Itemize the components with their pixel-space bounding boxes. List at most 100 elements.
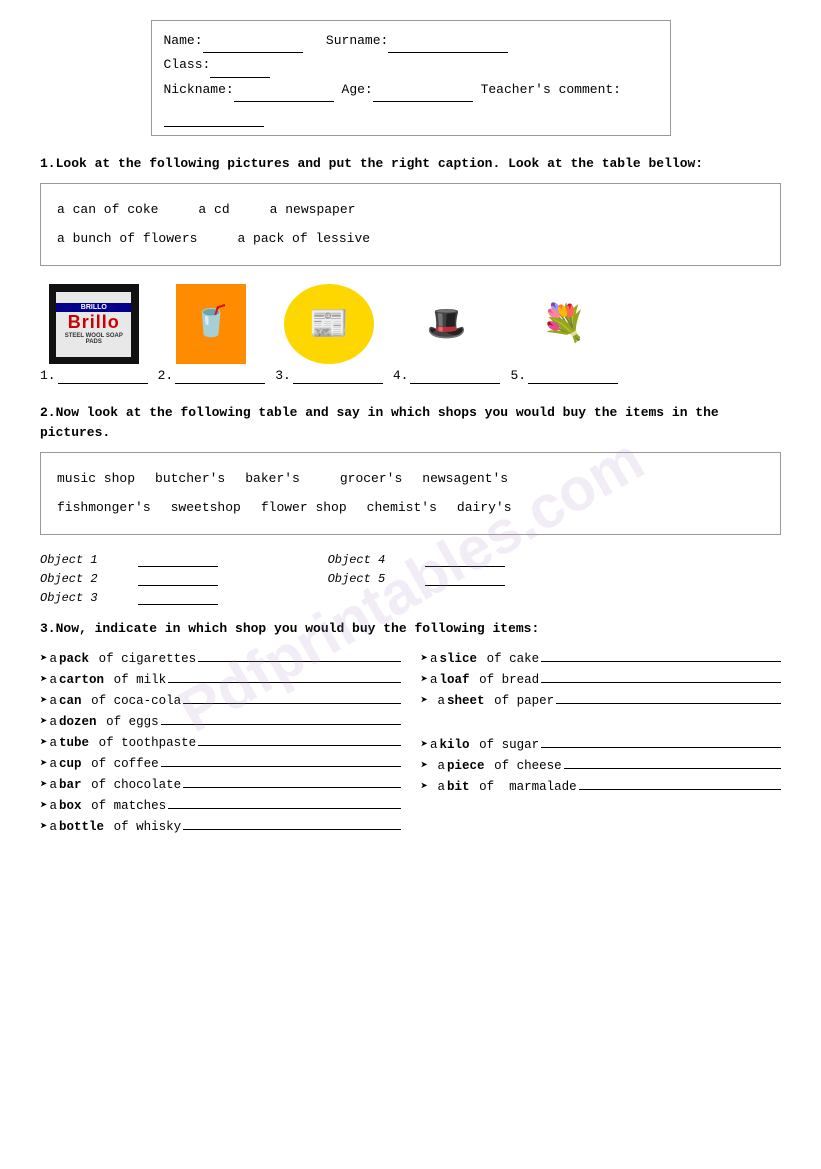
vocab-item-5: a pack of lessive: [237, 225, 370, 254]
img-num-3: 3.: [275, 368, 291, 383]
header-box: Name: Surname: Class: Nickname: Age: Tea…: [151, 20, 671, 136]
arrow-icon-r6: ➤: [421, 757, 429, 773]
image-label-4: 4.: [393, 368, 501, 384]
shops-row2: fishmonger's sweetshop flower shop chemi…: [57, 494, 764, 523]
section3: 3.Now, indicate in which shop you would …: [40, 621, 781, 837]
answer-carton-milk[interactable]: [168, 669, 400, 683]
answer-bottle-whisky[interactable]: [183, 816, 400, 830]
shop-fishmonger: fishmonger's: [57, 494, 151, 523]
answer-loaf-bread[interactable]: [541, 669, 781, 683]
shop-dairy: dairy's: [457, 494, 512, 523]
image-item-2: 🥤 2.: [158, 284, 266, 387]
bold-tube: tube: [59, 736, 89, 750]
header-line3: Nickname: Age: Teacher's comment:: [164, 78, 658, 102]
obj4-answer[interactable]: [425, 553, 505, 567]
hat-image: 🎩: [402, 284, 492, 364]
item-bottle-whisky: ➤a bottle of whisky: [40, 816, 401, 834]
arrow-icon-r5: ➤: [421, 736, 429, 752]
header-line1: Name: Surname:: [164, 29, 658, 53]
arrow-icon-9: ➤: [40, 818, 48, 834]
flowers-icon: 💐: [542, 302, 587, 346]
shops-box: music shop butcher's baker's grocer's ne…: [40, 452, 781, 535]
shop-sweetshop: sweetshop: [171, 494, 241, 523]
image-label-3: 3.: [275, 368, 383, 384]
bold-pack: pack: [59, 652, 89, 666]
section1: 1.Look at the following pictures and put…: [40, 154, 781, 388]
arrow-icon-6: ➤: [40, 755, 48, 771]
right-column: ➤a slice of cake ➤a loaf of bread ➤ a sh…: [421, 648, 782, 837]
name-label: Name:: [164, 33, 203, 48]
answer-kilo-sugar[interactable]: [541, 734, 781, 748]
answer-pack-cigarettes[interactable]: [198, 648, 400, 662]
img-answer-5[interactable]: [528, 368, 618, 384]
item-slice-cake: ➤a slice of cake: [421, 648, 782, 666]
newspaper-image: 📰: [284, 284, 374, 364]
bold-cup: cup: [59, 757, 82, 771]
brillo-stripe: BRILLO: [56, 303, 131, 312]
bold-loaf: loaf: [440, 673, 470, 687]
section1-title: 1.Look at the following pictures and put…: [40, 154, 781, 174]
objects-section: Object 1 Object 4 Object 2 Object 5 Obje…: [40, 553, 781, 605]
obj3-answer[interactable]: [138, 591, 218, 605]
shops-row1: music shop butcher's baker's grocer's ne…: [57, 465, 764, 494]
obj5-answer[interactable]: [425, 572, 505, 586]
answer-can-cola[interactable]: [183, 690, 400, 704]
img-answer-2[interactable]: [175, 368, 265, 384]
bold-piece: piece: [447, 759, 485, 773]
item-dozen-eggs: ➤a dozen of eggs: [40, 711, 401, 729]
shop-grocer: grocer's: [340, 465, 402, 494]
bold-slice: slice: [440, 652, 478, 666]
shop-chemist: chemist's: [367, 494, 437, 523]
arrow-icon-7: ➤: [40, 776, 48, 792]
header-line4: [164, 102, 658, 126]
image-item-3: 📰 3.: [275, 284, 383, 387]
bold-dozen: dozen: [59, 715, 97, 729]
shop-newsagent: newsagent's: [422, 465, 508, 494]
class-label: Class:: [164, 57, 211, 72]
answer-dozen-eggs[interactable]: [161, 711, 401, 725]
answer-bit-marmalade[interactable]: [579, 776, 781, 790]
item-tube-toothpaste: ➤a tube of toothpaste: [40, 732, 401, 750]
arrow-icon-8: ➤: [40, 797, 48, 813]
answer-bar-chocolate[interactable]: [183, 774, 400, 788]
bold-sheet: sheet: [447, 694, 485, 708]
img-num-2: 2.: [158, 368, 174, 383]
image-item-4: 🎩 4.: [393, 284, 501, 387]
brillo-inner: BRILLO Brillo STEEL WOOL SOAP PADS: [56, 292, 131, 357]
arrow-icon-4: ➤: [40, 713, 48, 729]
vocab-item-4: a bunch of flowers: [57, 225, 197, 254]
bold-kilo: kilo: [440, 738, 470, 752]
item-carton-milk: ➤a carton of milk: [40, 669, 401, 687]
image-label-2: 2.: [158, 368, 266, 384]
bold-carton: carton: [59, 673, 104, 687]
answer-piece-cheese[interactable]: [564, 755, 781, 769]
brillo-text: Brillo: [68, 312, 120, 333]
img-num-5: 5.: [510, 368, 526, 383]
vocab-row1: a can of coke a cd a newspaper: [57, 196, 764, 225]
answer-cup-coffee[interactable]: [161, 753, 401, 767]
img-answer-1[interactable]: [58, 368, 148, 384]
obj1-answer[interactable]: [138, 553, 218, 567]
nickname-label: Nickname:: [164, 82, 234, 97]
img-answer-4[interactable]: [410, 368, 500, 384]
coke-cup-image: 🥤: [176, 284, 246, 364]
answer-sheet-paper[interactable]: [556, 690, 781, 704]
answer-slice-cake[interactable]: [541, 648, 781, 662]
img-answer-3[interactable]: [293, 368, 383, 384]
answer-box-matches[interactable]: [168, 795, 400, 809]
item-bit-marmalade: ➤ a bit of marmalade: [421, 776, 782, 794]
section2-title: 2.Now look at the following table and sa…: [40, 403, 781, 442]
item-piece-cheese: ➤ a piece of cheese: [421, 755, 782, 773]
answer-tube-toothpaste[interactable]: [198, 732, 400, 746]
teachers-comment-label: Teacher's comment:: [481, 82, 621, 97]
image-item-5: 💐 5.: [510, 284, 618, 387]
image-item-1: BRILLO Brillo STEEL WOOL SOAP PADS 1.: [40, 284, 148, 387]
brillo-sub: STEEL WOOL SOAP PADS: [56, 333, 131, 345]
shop-baker: baker's: [245, 465, 300, 494]
bold-bit: bit: [447, 780, 470, 794]
obj1-label: Object 1: [40, 553, 98, 568]
vocab-box: a can of coke a cd a newspaper a bunch o…: [40, 183, 781, 266]
arrow-icon-3: ➤: [40, 692, 48, 708]
image-label-1: 1.: [40, 368, 148, 384]
obj2-answer[interactable]: [138, 572, 218, 586]
